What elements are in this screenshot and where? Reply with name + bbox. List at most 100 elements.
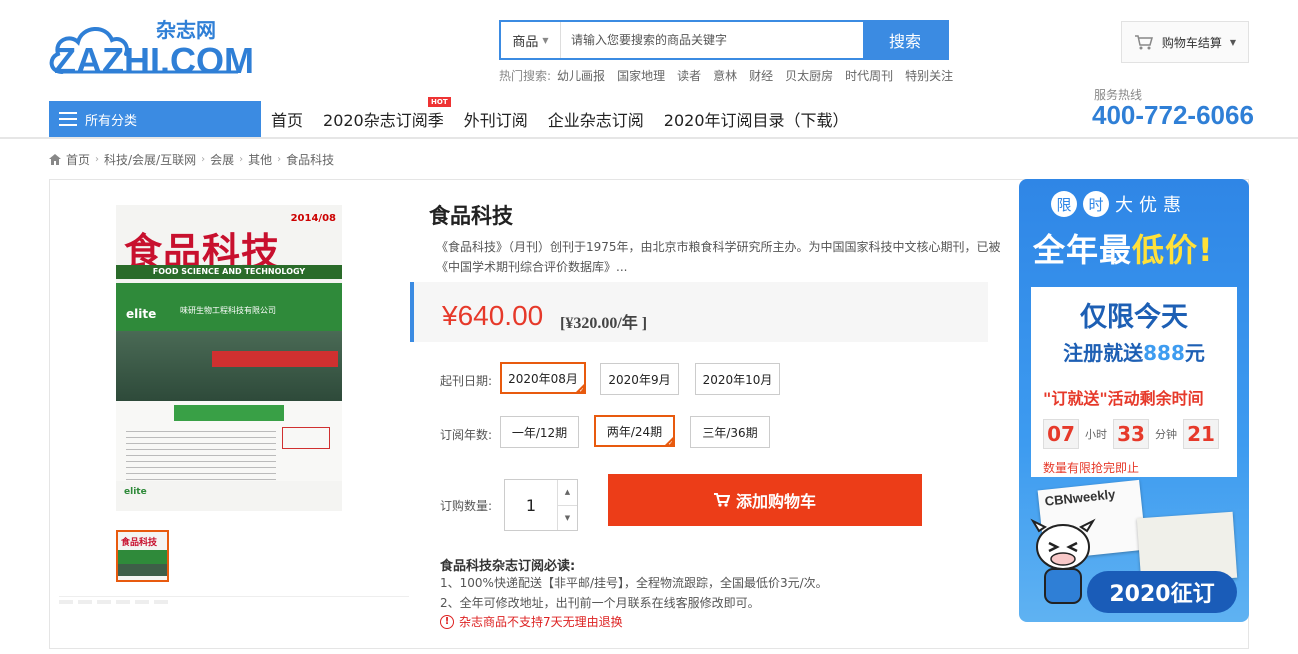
nav-item-home[interactable]: 首页 — [271, 107, 303, 131]
promo-limit: 数量有限抢完即止 — [1043, 461, 1140, 475]
notice-title: 食品科技杂志订阅必读: — [440, 559, 576, 574]
breadcrumb-current: 食品科技 — [286, 153, 335, 167]
breadcrumb-item[interactable]: 会展 — [210, 151, 234, 168]
hot-search-link[interactable]: 时代周刊 — [845, 67, 893, 84]
years-label: 订阅年数: — [440, 428, 493, 442]
breadcrumb-item[interactable]: 其他 — [248, 151, 272, 168]
countdown-hours: 07 — [1043, 419, 1079, 449]
promo-banner[interactable]: 限 时 大 优 惠 全年最低价! 仅限今天 注册就送888元 "订就送"活动剩余… — [1019, 179, 1249, 622]
price-per-year: [¥320.00/年 ] — [560, 315, 648, 332]
limited-char: 大 — [1115, 195, 1133, 216]
option-label: 两年/24期 — [606, 424, 663, 439]
share-bar — [59, 600, 168, 604]
cover-footer-brand: elite — [124, 487, 147, 497]
share-icon[interactable] — [78, 600, 92, 604]
thumb-green — [118, 550, 167, 564]
years-option[interactable]: 三年/36期 — [690, 416, 770, 448]
logo-text: ZAZHI.COM — [54, 40, 254, 81]
add-to-cart-button[interactable]: 添加购物车 — [608, 474, 922, 526]
chevron-right-icon: › — [277, 154, 282, 165]
nav-item-enterprise[interactable]: 企业杂志订阅 — [548, 107, 644, 131]
option-label: 一年/12期 — [511, 425, 568, 440]
quantity-input[interactable]: 1 — [505, 480, 557, 530]
limited-char: 时 — [1083, 191, 1109, 217]
quantity-stepper: 1 ▲ ▼ — [504, 479, 578, 531]
breadcrumb-item[interactable]: 首页 — [66, 151, 90, 168]
chevron-right-icon: › — [239, 154, 244, 165]
add-to-cart-label: 添加购物车 — [735, 492, 816, 511]
countdown-minutes-label: 分钟 — [1155, 428, 1177, 441]
hot-search-link[interactable]: 特别关注 — [905, 67, 953, 84]
decrement-icon[interactable]: ▼ — [558, 504, 577, 531]
chevron-right-icon: › — [95, 154, 100, 165]
home-icon — [49, 154, 61, 165]
option-label: 三年/36期 — [702, 425, 758, 440]
promo-card: 仅限今天 注册就送888元 "订就送"活动剩余时间 07 小时 33 分钟 21… — [1031, 287, 1237, 477]
nav-item-foreign[interactable]: 外刊订阅 — [464, 107, 528, 131]
cover-green-box — [174, 405, 284, 421]
start-date-option[interactable]: 2020年10月 — [695, 363, 780, 395]
site-logo[interactable]: 杂志网 ZAZHI.COM — [48, 14, 254, 81]
hot-search-list: 热门搜索: 幼儿画报 国家地理 读者 意林 财经 贝太厨房 时代周刊 特别关注 — [499, 67, 965, 84]
search-category-select[interactable]: 商品 ▼ — [501, 22, 561, 58]
cover-text-lines — [126, 431, 276, 481]
register-suffix: 元 — [1184, 341, 1205, 365]
cover-thumbnail[interactable]: 食品科技 — [116, 530, 169, 582]
cover-english-title: FOOD SCIENCE AND TECHNOLOGY — [116, 265, 342, 279]
share-icon[interactable] — [116, 600, 130, 604]
limited-char: 优 — [1139, 195, 1157, 216]
countdown-minutes: 33 — [1113, 419, 1149, 449]
product-title: 食品科技 — [429, 204, 513, 228]
start-date-option-selected[interactable]: 2020年08月 — [500, 362, 586, 394]
hot-search-link[interactable]: 意林 — [713, 67, 737, 84]
breadcrumb-item[interactable]: 科技/会展/互联网 — [104, 151, 196, 168]
warning-icon: ! — [440, 614, 454, 629]
product-price: ¥640.00 — [442, 300, 544, 331]
register-prefix: 注册就送 — [1063, 341, 1144, 365]
cover-red-strip — [212, 351, 338, 367]
years-option[interactable]: 一年/12期 — [500, 416, 579, 448]
countdown-timer: 07 小时 33 分钟 21 — [1043, 419, 1219, 449]
nav-divider — [0, 137, 1298, 139]
share-icon[interactable] — [135, 600, 149, 604]
notice-line: 2、全年可修改地址，出刊前一个月联系在线客服修改即可。 — [440, 596, 760, 610]
limited-char: 限 — [1051, 191, 1077, 217]
all-categories-menu[interactable]: 所有分类 — [49, 101, 261, 137]
increment-icon[interactable]: ▲ — [558, 480, 577, 505]
shopping-cart-icon — [1134, 35, 1153, 50]
chevron-down-icon: ▼ — [1229, 37, 1237, 47]
cart-checkout-button[interactable]: 购物车结算 ▼ — [1121, 21, 1249, 63]
register-amount: 888 — [1143, 341, 1185, 365]
breadcrumb: 首页 › 科技/会展/互联网 › 会展 › 其他 › 食品科技 — [49, 151, 334, 168]
start-date-label: 起刊日期: — [440, 374, 493, 388]
share-icon[interactable] — [59, 600, 73, 604]
hot-search-link[interactable]: 国家地理 — [617, 67, 665, 84]
nav-item-catalog[interactable]: 2020年订阅目录（下载） — [664, 107, 849, 131]
search-input[interactable] — [561, 22, 863, 58]
cart-icon — [713, 493, 730, 507]
cover-brand: elite — [126, 307, 157, 321]
hotline-number: 400-772-6066 — [1092, 100, 1254, 130]
years-option-selected[interactable]: 两年/24期 — [594, 415, 675, 447]
countdown-hours-label: 小时 — [1085, 428, 1107, 441]
hot-search-link[interactable]: 贝太厨房 — [785, 67, 833, 84]
hot-search-link[interactable]: 财经 — [749, 67, 773, 84]
nav-item-2020-season[interactable]: 2020杂志订阅季 HOT — [323, 97, 451, 131]
option-label: 2020年08月 — [508, 371, 578, 386]
magazine-cover-image[interactable]: 2014/08 食品科技 FOOD SCIENCE AND TECHNOLOGY… — [116, 205, 342, 511]
promo-activity: "订就送"活动剩余时间 — [1043, 389, 1204, 408]
promo-headline: 全年最低价! — [1033, 225, 1214, 271]
quantity-arrows: ▲ ▼ — [557, 480, 577, 530]
notice-line: 1、100%快递配送【非平邮/挂号】，全程物流跟踪，全国最低价3元/次。 — [440, 576, 828, 590]
share-icon[interactable] — [97, 600, 111, 604]
hot-search-link[interactable]: 幼儿画报 — [557, 67, 605, 84]
share-icon[interactable] — [154, 600, 168, 604]
promo-year-button[interactable]: 2020征订 — [1087, 571, 1237, 613]
search-button[interactable]: 搜索 — [863, 22, 947, 58]
start-date-option[interactable]: 2020年9月 — [600, 363, 679, 395]
logo-sub-text: 杂志网 — [156, 18, 216, 42]
hot-search-link[interactable]: 读者 — [677, 67, 701, 84]
cart-checkout-label: 购物车结算 — [1161, 35, 1222, 50]
thumb-title: 食品科技 — [121, 538, 158, 548]
thumb-photo — [118, 564, 167, 576]
